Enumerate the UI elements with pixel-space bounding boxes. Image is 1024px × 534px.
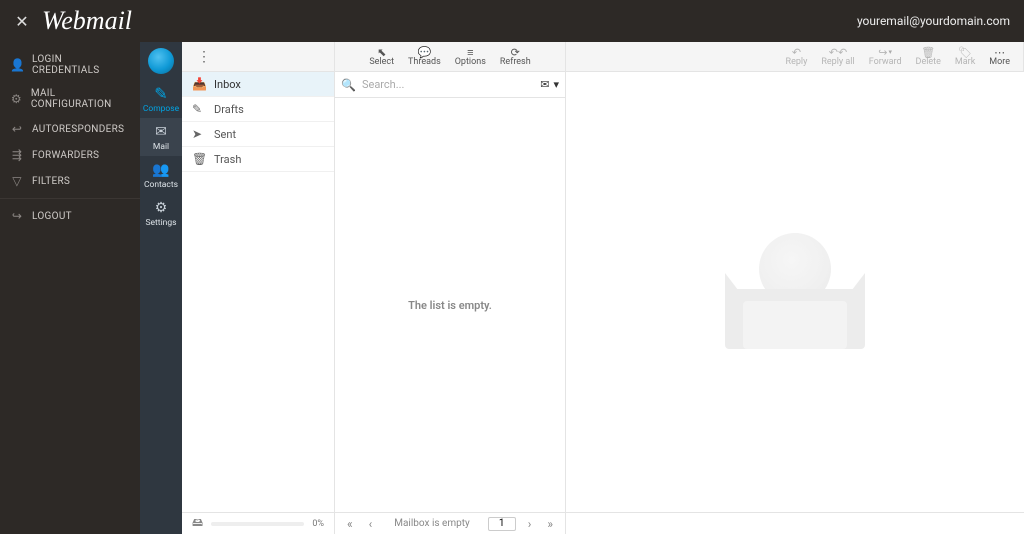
page-next[interactable]: ›: [524, 517, 536, 531]
cpanel-sidebar: 👤 LOGIN CREDENTIALS ⚙ MAIL CONFIGURATION…: [0, 42, 140, 534]
list-empty-text: The list is empty.: [335, 98, 565, 512]
sidebar-item-label: LOGOUT: [32, 211, 72, 222]
gear-icon: ⚙: [10, 92, 23, 106]
folder-label: Sent: [214, 128, 236, 141]
toolbar-forward[interactable]: ↪▾ Forward: [862, 42, 909, 71]
toolbar-label: Select: [369, 58, 394, 67]
toolbar-label: Forward: [869, 58, 902, 67]
disk-icon: 🖴: [192, 514, 203, 533]
folder-sent[interactable]: ➤ Sent: [182, 122, 334, 147]
quota-percent: 0%: [312, 519, 324, 529]
toolbar-reply[interactable]: ↶ Reply: [779, 42, 815, 71]
envelope-icon[interactable]: ✉: [540, 78, 549, 91]
user-icon: 👤: [10, 58, 24, 72]
folder-label: Drafts: [214, 103, 244, 116]
toolbar-refresh[interactable]: ⟳ Refresh: [493, 42, 538, 71]
toolbar-select[interactable]: ⬉ Select: [362, 42, 401, 71]
folder-trash[interactable]: 🗑 Trash: [182, 147, 334, 172]
folder-label: Inbox: [214, 78, 241, 91]
toolbar-options[interactable]: ≡ Options: [448, 42, 493, 71]
sidebar-item-filters[interactable]: ▽ FILTERS: [0, 168, 140, 194]
message-preview: [566, 72, 1024, 512]
sidebar-item-label: FILTERS: [32, 176, 70, 187]
toolbar-delete[interactable]: 🗑 Delete: [909, 42, 948, 71]
page-input[interactable]: [488, 517, 516, 531]
sidebar-item-label: MAIL CONFIGURATION: [31, 88, 130, 110]
inbox-icon: 📥: [192, 77, 206, 91]
close-icon[interactable]: ✕: [8, 7, 36, 35]
toolbar-reply-all[interactable]: ↶↶ Reply all: [814, 42, 861, 71]
folder-drafts[interactable]: ✎ Drafts: [182, 97, 334, 122]
page-first[interactable]: «: [343, 517, 357, 531]
sidebar-item-autoresponders[interactable]: ↩ AUTORESPONDERS: [0, 116, 140, 142]
avatar[interactable]: [148, 48, 174, 74]
sidebar-item-label: AUTORESPONDERS: [32, 124, 124, 135]
toolbar-mark[interactable]: 🏷 Mark: [948, 42, 982, 71]
reply-icon: ↩: [10, 122, 24, 136]
compose-icon: ✎: [154, 86, 167, 102]
nav-mail[interactable]: ✉ Mail: [140, 118, 182, 156]
toolbar-label: Threads: [408, 58, 441, 67]
sidebar-item-label: FORWARDERS: [32, 150, 99, 161]
contacts-icon: 👥: [152, 162, 169, 178]
folder-list: 📥 Inbox ✎ Drafts ➤ Sent 🗑 Trash: [182, 72, 335, 512]
sidebar-item-label: LOGIN CREDENTIALS: [32, 54, 130, 76]
toolbar-label: More: [989, 58, 1010, 67]
folder-menu-button[interactable]: ⋮: [182, 49, 206, 65]
toolbar-threads[interactable]: 💬 Threads: [401, 42, 448, 71]
gear-icon: ⚙: [155, 200, 168, 216]
toolbar-label: Reply all: [821, 58, 854, 67]
mail-icon: ✉: [155, 124, 167, 140]
divider: [0, 198, 140, 199]
nav-settings[interactable]: ⚙ Settings: [140, 194, 182, 232]
folder-inbox[interactable]: 📥 Inbox: [182, 72, 334, 97]
search-input[interactable]: [362, 78, 534, 91]
forward-icon: ⇶: [10, 148, 24, 162]
app-brand: Webmail: [42, 6, 132, 36]
toolbar-label: Options: [455, 58, 486, 67]
sent-icon: ➤: [192, 127, 206, 141]
quota-bar: [211, 522, 304, 526]
nav-compose[interactable]: ✎ Compose: [140, 80, 182, 118]
folder-label: Trash: [214, 153, 241, 166]
trash-icon: 🗑: [192, 152, 206, 166]
pager-text: Mailbox is empty: [394, 518, 469, 529]
chevron-down-icon[interactable]: ▾: [553, 78, 559, 91]
page-last[interactable]: »: [543, 517, 557, 531]
toolbar-more[interactable]: ⋯ More: [982, 42, 1017, 71]
filter-icon: ▽: [10, 174, 24, 188]
app-sidebar: ✎ Compose ✉ Mail 👥 Contacts ⚙ Settings: [140, 42, 182, 534]
mail-toolbar: ⋮ ⬉ Select 💬 Threads ≡ Options: [182, 42, 1024, 72]
sidebar-item-logout[interactable]: ↪ LOGOUT: [0, 203, 140, 229]
toolbar-label: Refresh: [500, 58, 531, 67]
logout-icon: ↪: [10, 209, 24, 223]
nav-label: Mail: [153, 142, 169, 152]
message-list-column: 🔍 ✉ ▾ The list is empty.: [335, 72, 566, 512]
sidebar-item-login-credentials[interactable]: 👤 LOGIN CREDENTIALS: [0, 48, 140, 82]
search-icon: 🔍: [341, 78, 356, 92]
status-bar: 🖴 0% « ‹ Mailbox is empty › »: [182, 512, 1024, 534]
nav-contacts[interactable]: 👥 Contacts: [140, 156, 182, 194]
nav-label: Contacts: [144, 180, 178, 190]
empty-inbox-illustration: [725, 227, 865, 357]
sidebar-item-forwarders[interactable]: ⇶ FORWARDERS: [0, 142, 140, 168]
toolbar-label: Mark: [955, 58, 975, 67]
toolbar-label: Reply: [786, 58, 808, 67]
toolbar-label: Delete: [916, 58, 941, 67]
page-prev[interactable]: ‹: [365, 517, 377, 531]
nav-label: Compose: [143, 104, 179, 114]
nav-label: Settings: [145, 218, 176, 228]
user-email[interactable]: youremail@yourdomain.com: [857, 14, 1016, 28]
sidebar-item-mail-configuration[interactable]: ⚙ MAIL CONFIGURATION: [0, 82, 140, 116]
drafts-icon: ✎: [192, 102, 206, 116]
